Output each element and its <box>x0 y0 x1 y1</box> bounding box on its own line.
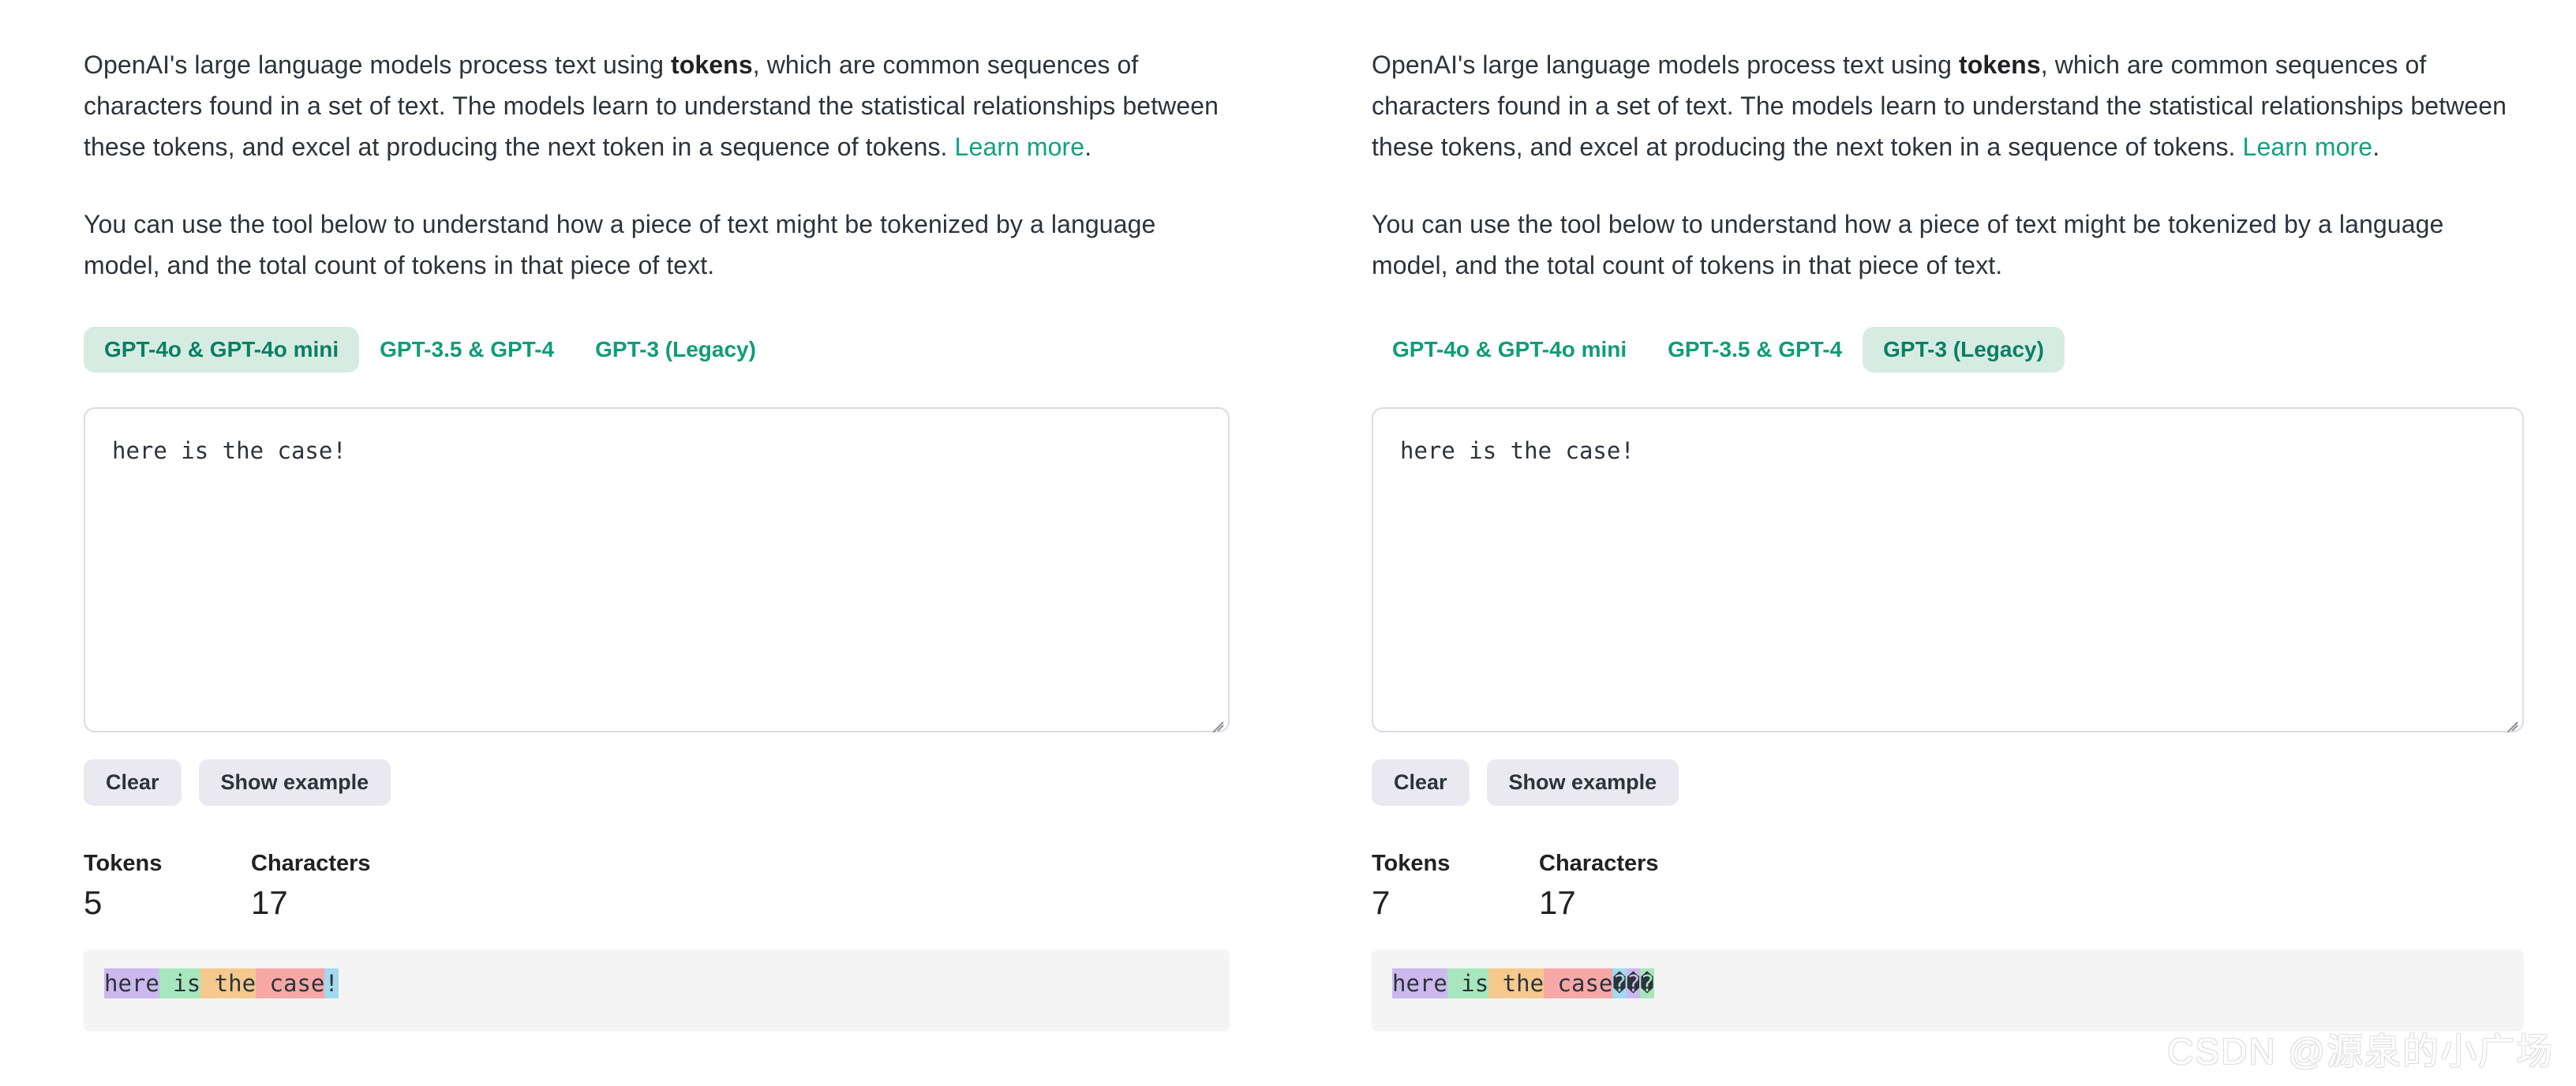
tokenizer-comparison-page: OpenAI's large language models process t… <box>0 0 2576 1086</box>
action-buttons: Clear Show example <box>84 759 1230 806</box>
intro-paragraph-1: OpenAI's large language models process t… <box>84 44 1230 167</box>
tokens-value: 7 <box>1372 884 1391 921</box>
tokens-value: 5 <box>84 884 103 921</box>
intro-paragraph-2: You can use the tool below to understand… <box>84 210 1156 279</box>
text-input[interactable] <box>1372 407 2524 732</box>
tokenized-output: here is the case! <box>84 949 1230 1032</box>
intro-text-end: . <box>2372 133 2380 161</box>
text-input[interactable] <box>84 407 1230 732</box>
tokens-stat: Tokens 7 <box>1372 848 1539 923</box>
token-chip: here <box>1392 968 1447 998</box>
clear-button[interactable]: Clear <box>84 759 182 806</box>
characters-stat: Characters 17 <box>1539 848 1706 923</box>
stats-row: Tokens 5 Characters 17 <box>84 848 1230 923</box>
tab-gpt4o[interactable]: GPT-4o & GPT-4o mini <box>1372 327 1647 373</box>
text-input-wrapper <box>84 407 1230 733</box>
token-chip: � <box>1612 968 1627 998</box>
token-chip: case <box>256 968 325 998</box>
token-chip: is <box>1447 968 1489 998</box>
token-chip: the <box>1488 968 1544 998</box>
intro-text-before-bold: OpenAI's large language models process t… <box>1372 51 1959 79</box>
tab-gpt35[interactable]: GPT-3.5 & GPT-4 <box>1647 327 1863 373</box>
intro-paragraph-1: OpenAI's large language models process t… <box>1372 44 2524 167</box>
tab-gpt3-legacy[interactable]: GPT-3 (Legacy) <box>575 327 777 373</box>
characters-label: Characters <box>251 851 371 876</box>
token-chip: � <box>1640 968 1654 998</box>
left-panel: OpenAI's large language models process t… <box>0 0 1288 1086</box>
model-tabs: GPT-4o & GPT-4o mini GPT-3.5 & GPT-4 GPT… <box>1372 327 2524 373</box>
token-chip: the <box>200 968 256 998</box>
intro-text-before-bold: OpenAI's large language models process t… <box>84 51 671 79</box>
token-chip: case <box>1544 968 1613 998</box>
stats-row: Tokens 7 Characters 17 <box>1372 848 2524 923</box>
tab-gpt3-legacy[interactable]: GPT-3 (Legacy) <box>1863 327 2065 373</box>
intro-bold-tokens: tokens <box>670 51 753 79</box>
tokens-label: Tokens <box>1372 851 1451 876</box>
clear-button[interactable]: Clear <box>1372 759 1470 806</box>
tokens-label: Tokens <box>84 851 163 876</box>
show-example-button[interactable]: Show example <box>1486 759 1679 806</box>
learn-more-link[interactable]: Learn more <box>955 133 1085 161</box>
token-chip: ! <box>324 968 339 998</box>
characters-value: 17 <box>1539 884 1576 921</box>
token-chip: here <box>104 968 159 998</box>
characters-label: Characters <box>1539 851 1659 876</box>
intro-bold-tokens: tokens <box>1958 51 2041 79</box>
model-tabs: GPT-4o & GPT-4o mini GPT-3.5 & GPT-4 GPT… <box>84 327 1230 373</box>
tab-gpt35[interactable]: GPT-3.5 & GPT-4 <box>359 327 575 373</box>
token-chip: � <box>1626 968 1641 998</box>
action-buttons: Clear Show example <box>1372 759 2524 806</box>
tab-gpt4o[interactable]: GPT-4o & GPT-4o mini <box>84 327 360 373</box>
characters-value: 17 <box>251 884 288 921</box>
intro-text-end: . <box>1084 133 1092 161</box>
token-chip: is <box>159 968 201 998</box>
learn-more-link[interactable]: Learn more <box>2243 133 2373 161</box>
tokenized-output: here is the case��� <box>1372 949 2524 1032</box>
text-input-wrapper <box>1372 407 2524 733</box>
tokens-stat: Tokens 5 <box>84 848 251 923</box>
show-example-button[interactable]: Show example <box>198 759 391 806</box>
characters-stat: Characters 17 <box>251 848 418 923</box>
intro-paragraph-2: You can use the tool below to understand… <box>1372 210 2444 279</box>
right-panel: OpenAI's large language models process t… <box>1288 0 2576 1086</box>
